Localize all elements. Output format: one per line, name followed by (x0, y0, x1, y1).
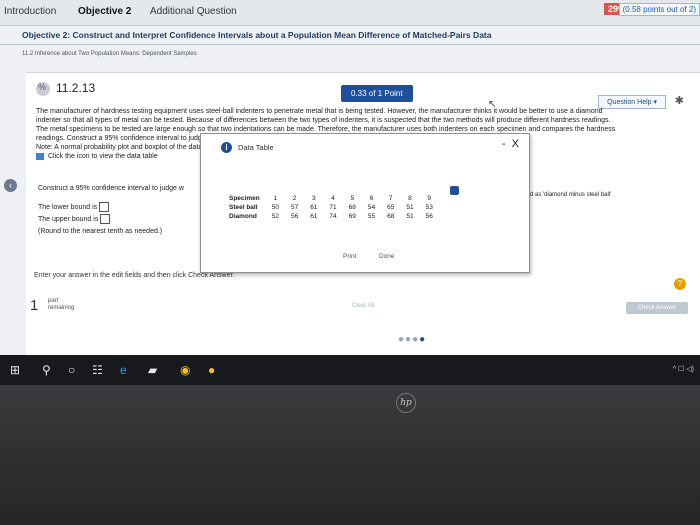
round-note: (Round to the nearest tenth as needed.) (38, 228, 163, 235)
task-view-icon[interactable]: ☷ (92, 363, 103, 377)
chevron-left-icon[interactable]: ‹ (4, 179, 17, 192)
browser-screen: Introduction Objective 2 Additional Ques… (0, 0, 700, 355)
clear-all-button[interactable]: Clear All (352, 303, 374, 309)
windows-start-icon[interactable]: ⊞ (10, 363, 20, 377)
windows-taskbar: ⊞ ⚲ ○ ☷ e ▰ ◉ ● ^ ☐ ◁) (0, 355, 700, 385)
part-prompt-right: d as 'diamond minus steel ball' (530, 192, 612, 198)
subtopic-title: 11.2 Inference about Two Population Mean… (22, 51, 197, 57)
tab-additional-question[interactable]: Additional Question (150, 6, 237, 17)
table-row: Specimen 123 456 789 (229, 195, 432, 202)
table-icon[interactable] (36, 152, 44, 160)
question-number: 11.2.13 (36, 81, 95, 96)
score-points: (0.58 points out of 2) (618, 3, 700, 16)
enter-answer-instructions: Enter your answer in the edit fields and… (34, 272, 235, 279)
divider (0, 44, 700, 45)
gear-icon[interactable]: ✱ (675, 94, 684, 107)
dialog-controls: - X (502, 138, 519, 150)
app-icon[interactable]: ● (208, 363, 215, 377)
objective-title: Objective 2: Construct and Interpret Con… (22, 30, 492, 40)
parts-remaining-count: 1 (30, 297, 39, 314)
points-badge: 0.33 of 1 Point (341, 85, 413, 102)
dialog-title: i Data Table (221, 142, 274, 153)
print-button[interactable]: Print (343, 253, 356, 260)
table-row: Steel ball 50 57 61 71 68 54 65 51 53 (229, 204, 433, 211)
system-tray[interactable]: ^ ☐ ◁) (673, 365, 694, 373)
document-icon[interactable] (450, 186, 459, 195)
edge-browser-icon[interactable]: e (120, 363, 127, 377)
progress-dots: ●●●● (398, 334, 427, 345)
table-row: Diamond 52 56 61 74 69 55 68 51 56 (229, 213, 433, 220)
help-icon[interactable]: ? (674, 278, 686, 290)
upper-bound-label: The upper bound is (38, 216, 99, 223)
cortana-icon[interactable]: ○ (68, 363, 75, 377)
tab-objective-2[interactable]: Objective 2 (78, 6, 131, 17)
search-icon[interactable]: ⚲ (42, 363, 51, 377)
file-explorer-icon[interactable]: ▰ (148, 363, 157, 377)
check-answer-button[interactable]: Check Answer (625, 302, 688, 314)
score-icon (36, 81, 50, 96)
laptop-bezel (0, 385, 700, 525)
lower-bound-label: The lower bound is (38, 204, 98, 211)
lower-bound-input[interactable] (99, 202, 110, 213)
close-button[interactable]: X (512, 138, 519, 150)
bounds-area: The lower bound is The upper bound is (R… (38, 202, 162, 238)
info-icon: i (221, 142, 232, 153)
parts-remaining-label: part remaining (48, 298, 75, 311)
part-prompt: Construct a 95% confidence interval to j… (38, 185, 184, 192)
minimize-button[interactable]: - (502, 138, 506, 150)
hp-logo: hp (396, 393, 416, 413)
data-table: Specimen 123 456 789 Steel ball 50 57 61 7… (227, 194, 439, 221)
done-button[interactable]: Done (379, 253, 395, 260)
upper-bound-input[interactable] (100, 214, 111, 225)
chrome-icon[interactable]: ◉ (180, 363, 190, 377)
top-nav-bar: Introduction Objective 2 Additional Ques… (0, 0, 700, 26)
tab-introduction[interactable]: Introduction (4, 6, 56, 17)
data-table-dialog: i Data Table - X Specimen 123 456 789 Ste… (200, 133, 530, 273)
